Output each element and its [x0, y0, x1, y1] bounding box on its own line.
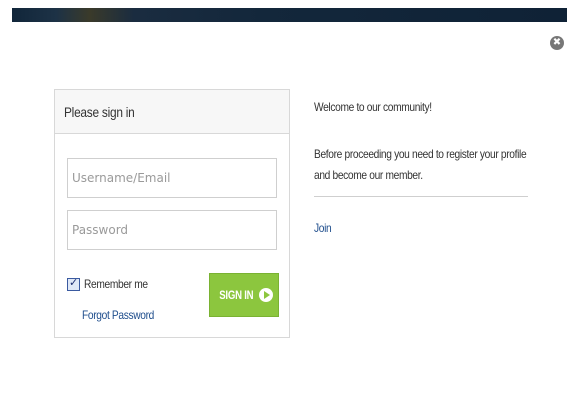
arrow-right-icon: [259, 288, 274, 302]
password-input[interactable]: [67, 210, 277, 250]
check-icon: ✓: [69, 275, 79, 289]
divider: [314, 196, 528, 197]
sign-in-button[interactable]: SIGN IN: [209, 273, 279, 317]
sign-in-button-label: SIGN IN: [218, 288, 254, 302]
remember-me-checkbox[interactable]: ✓: [67, 275, 80, 291]
remember-me-row: ✓ Remember me: [67, 276, 159, 292]
close-icon[interactable]: ✖: [550, 36, 564, 50]
top-banner-image: [12, 8, 567, 22]
welcome-panel: Welcome to our community! Before proceed…: [314, 100, 528, 237]
welcome-text: Welcome to our community!: [314, 100, 432, 114]
signin-panel: Please sign in ✓ Remember me Forgot Pass…: [54, 89, 290, 338]
signin-header: Please sign in: [55, 90, 289, 134]
remember-me-label[interactable]: Remember me: [84, 277, 148, 291]
register-info-text: Before proceeding you need to register y…: [314, 147, 527, 182]
username-input[interactable]: [67, 158, 277, 198]
signin-title: Please sign in: [64, 104, 135, 120]
forgot-password-link[interactable]: Forgot Password: [82, 308, 154, 322]
join-link[interactable]: Join: [314, 221, 332, 235]
